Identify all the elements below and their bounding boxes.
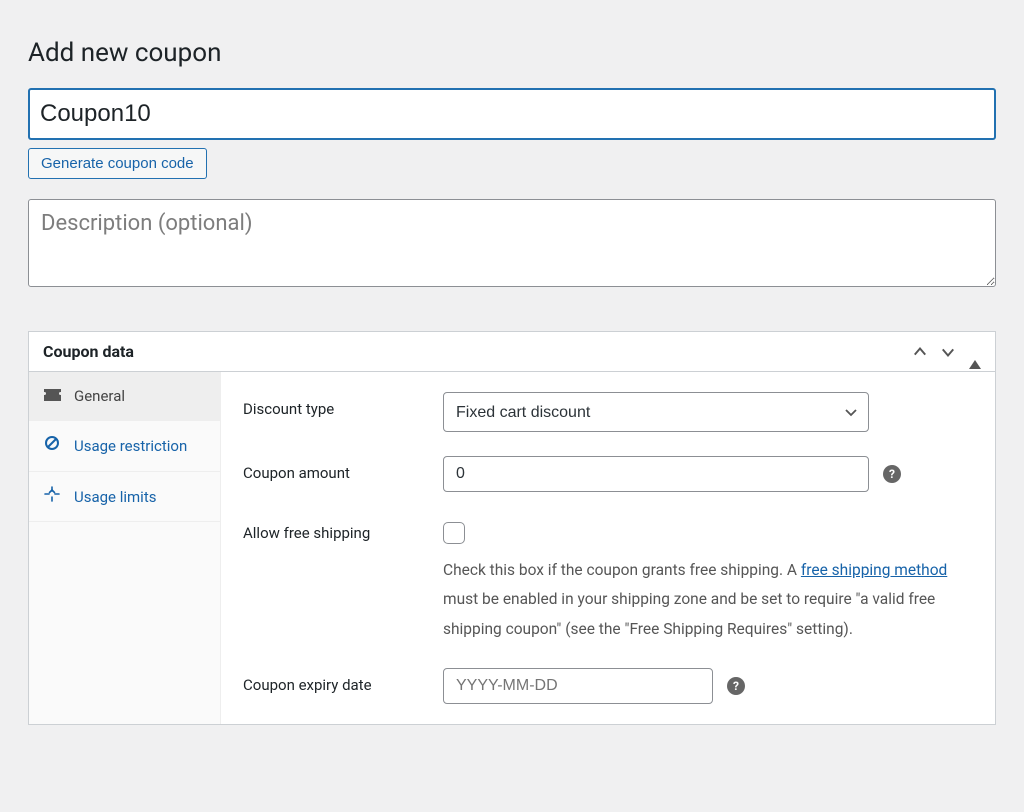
help-icon[interactable]: ?: [727, 677, 745, 695]
ticket-icon: [43, 389, 61, 401]
discount-type-select[interactable]: Fixed cart discount: [443, 392, 869, 432]
metabox-title: Coupon data: [43, 342, 134, 361]
shrink-icon: [43, 486, 61, 502]
coupon-code-input[interactable]: [28, 88, 996, 140]
toggle-panel-icon[interactable]: [969, 344, 981, 360]
free-shipping-method-link[interactable]: free shipping method: [801, 561, 947, 579]
generate-coupon-code-button[interactable]: Generate coupon code: [28, 148, 207, 179]
general-panel: Discount type Fixed cart discount: [221, 372, 995, 724]
free-shipping-description: Check this box if the coupon grants free…: [443, 556, 973, 644]
coupon-expiry-input[interactable]: [443, 668, 713, 704]
desc-text-part: must be enabled in your shipping zone an…: [443, 590, 935, 637]
coupon-expiry-label: Coupon expiry date: [243, 668, 443, 694]
coupon-amount-label: Coupon amount: [243, 456, 443, 482]
metabox-header: Coupon data: [29, 332, 995, 372]
tab-label: Usage limits: [74, 487, 206, 507]
page-title: Add new coupon: [28, 38, 996, 68]
move-up-icon[interactable]: [913, 345, 927, 359]
tab-usage-limits[interactable]: Usage limits: [29, 472, 220, 522]
move-down-icon[interactable]: [941, 345, 955, 359]
tab-general[interactable]: General: [29, 372, 220, 421]
desc-text-part: Check this box if the coupon grants free…: [443, 561, 801, 579]
coupon-data-metabox: Coupon data General Usage restriction: [28, 331, 996, 725]
ban-icon: [43, 435, 61, 451]
help-icon[interactable]: ?: [883, 465, 901, 483]
discount-type-label: Discount type: [243, 392, 443, 418]
tab-label: General: [74, 386, 206, 406]
free-shipping-checkbox[interactable]: [443, 522, 465, 544]
coupon-description-input[interactable]: [28, 199, 996, 287]
coupon-data-tabs: General Usage restriction Usage limits: [29, 372, 221, 724]
tab-label: Usage restriction: [74, 436, 206, 456]
tab-usage-restriction[interactable]: Usage restriction: [29, 421, 220, 471]
free-shipping-label: Allow free shipping: [243, 516, 443, 542]
coupon-amount-input[interactable]: [443, 456, 869, 492]
